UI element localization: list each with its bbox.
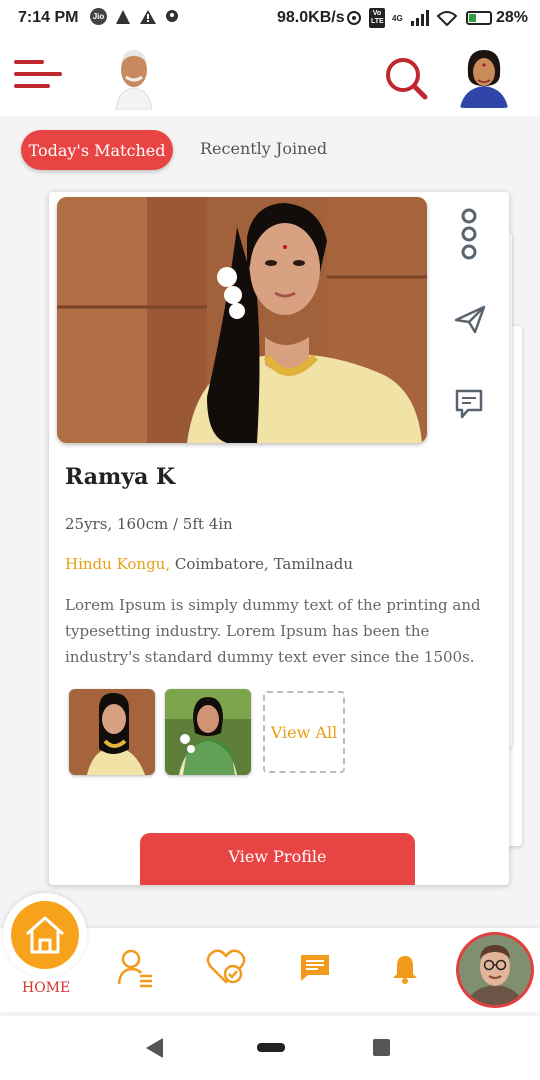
avatar[interactable] xyxy=(110,44,158,110)
volte-icon: Vo LTE xyxy=(369,8,385,28)
back-icon[interactable] xyxy=(146,1038,164,1058)
profile-photo[interactable] xyxy=(57,197,427,443)
wifi-icon xyxy=(436,11,457,26)
status-time: 7:14 PM xyxy=(18,9,79,26)
profile-list-icon[interactable] xyxy=(116,948,156,988)
message-icon[interactable] xyxy=(300,954,330,982)
home-pill-icon[interactable] xyxy=(257,1043,285,1052)
battery-level: 28% xyxy=(496,9,529,26)
status-bar: 7:14 PM Jio 98.0KB/s Vo LTE 4G 28% xyxy=(0,0,540,38)
gallery-thumbnail[interactable] xyxy=(165,689,251,775)
heart-check-icon[interactable] xyxy=(206,948,246,986)
home-button[interactable] xyxy=(3,893,87,977)
system-navigation-bar xyxy=(0,1016,540,1080)
send-interest-icon[interactable] xyxy=(453,304,487,334)
alert-icon xyxy=(140,9,156,24)
user-avatar-nav[interactable] xyxy=(456,932,534,1008)
home-circle[interactable] xyxy=(11,901,79,969)
recents-icon[interactable] xyxy=(373,1039,390,1056)
location-icon xyxy=(166,9,178,22)
hotspot-icon xyxy=(347,11,361,25)
profile-name: Ramya K xyxy=(65,464,176,490)
gallery-thumbnail[interactable] xyxy=(69,689,155,775)
search-icon[interactable] xyxy=(384,56,428,100)
app-header xyxy=(0,38,540,116)
profile-card[interactable]: Ramya K 25yrs, 160cm / 5ft 4in Hindu Kon… xyxy=(49,192,509,885)
network-speed: 98.0KB/s xyxy=(277,9,345,26)
profile-city: Coimbatore, Tamilnadu xyxy=(170,555,354,573)
jio-icon: Jio xyxy=(90,8,107,25)
battery-icon xyxy=(466,11,492,25)
user-avatar[interactable] xyxy=(456,44,512,108)
home-label[interactable]: HOME xyxy=(22,980,70,996)
tab-recently-joined[interactable]: Recently Joined xyxy=(200,139,327,158)
triangle-icon xyxy=(116,9,130,24)
more-options-icon[interactable] xyxy=(459,208,479,260)
menu-icon[interactable] xyxy=(14,58,62,92)
bell-icon[interactable] xyxy=(392,954,418,984)
view-profile-button[interactable]: View Profile xyxy=(140,833,415,885)
network-type: 4G xyxy=(392,13,403,23)
profile-stats: 25yrs, 160cm / 5ft 4in xyxy=(65,515,233,533)
chat-icon[interactable] xyxy=(454,388,484,420)
profile-description: Lorem Ipsum is simply dummy text of the … xyxy=(65,596,481,666)
tab-todays-matched[interactable]: Today's Matched xyxy=(21,130,173,170)
signal-icon xyxy=(410,10,429,26)
home-icon xyxy=(26,916,64,954)
view-all-button[interactable]: View All xyxy=(263,691,345,773)
tab-bar: Today's Matched Recently Joined xyxy=(0,128,540,172)
profile-caste: Hindu Kongu, xyxy=(65,555,171,573)
profile-location: Hindu Kongu, Coimbatore, Tamilnadu xyxy=(65,555,353,573)
